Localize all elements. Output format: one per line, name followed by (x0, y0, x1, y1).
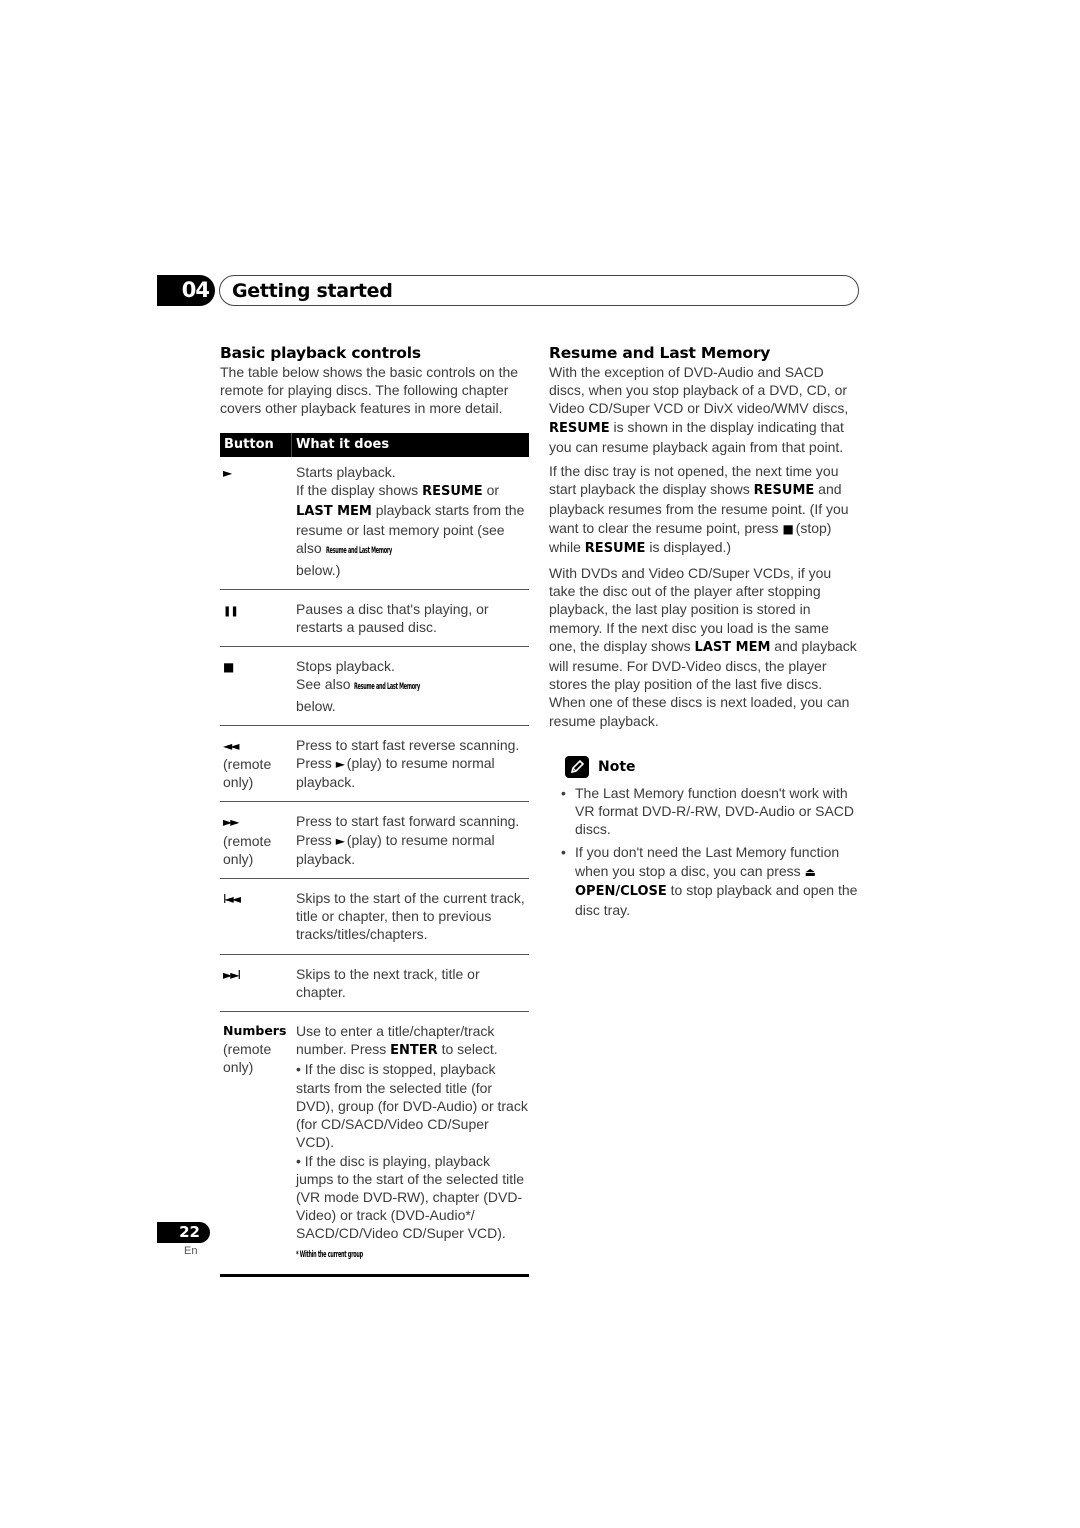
table-row: ■ Stops playback. See also Resume and La… (220, 647, 529, 726)
stop-icon: ■ (782, 521, 793, 536)
chapter-title: Getting started (232, 280, 393, 302)
pause-icon: ❚❚ (223, 605, 239, 617)
column-header-button: Button (220, 432, 292, 457)
enter-key: ENTER (390, 1043, 438, 1059)
row-text: Skips to the start of the current track,… (296, 890, 525, 943)
column-header-what-it-does: What it does (296, 436, 390, 452)
skip-previous-icon: I◄◄ (223, 892, 241, 907)
row-text: Press to start fast forward scanning. (296, 813, 520, 830)
display-resume: RESUME (422, 483, 483, 499)
row-text: Press ► (play) to resume normal playback… (296, 831, 529, 868)
note-item: The Last Memory function doesn't work wi… (549, 784, 859, 839)
note-header: Note (565, 755, 859, 778)
intro-paragraph: The table below shows the basic controls… (220, 364, 519, 417)
open-close-button-label: OPEN/CLOSE (575, 883, 667, 899)
eject-icon: ⏏ (804, 864, 816, 879)
text-fragment: Press (296, 755, 336, 772)
chapter-number: 04 (157, 275, 215, 306)
text-fragment: With the exception of DVD-Audio and SACD… (549, 364, 849, 417)
note-item: If you don't need the Last Memory functi… (549, 843, 859, 919)
play-icon: ► (335, 757, 345, 772)
remote-only-note: (remote only) (223, 832, 272, 867)
row-text: Press ► (play) to resume normal playback… (296, 754, 529, 791)
row-text: Pauses a disc that's playing, or restart… (296, 600, 489, 636)
skip-next-icon: ►►I (223, 967, 241, 982)
play-icon: ► (223, 465, 232, 480)
text-fragment: or (482, 481, 500, 498)
row-text: If the display shows RESUME or LAST MEM … (296, 481, 529, 561)
text-fragment: to select. (437, 1041, 498, 1058)
chapter-title-frame: Getting started (219, 275, 859, 306)
display-last-mem: LAST MEM (296, 504, 372, 520)
row-bullet: • If the disc is stopped, playback start… (296, 1061, 528, 1151)
row-text: See also Resume and Last Memory (296, 675, 529, 696)
row-text: Skips to the next track, title or chapte… (296, 965, 480, 1000)
right-column: Resume and Last Memory With the exceptio… (549, 343, 859, 924)
row-text: below.) (296, 561, 341, 578)
display-resume: RESUME (549, 420, 610, 436)
footnote: * Within the current group (296, 1249, 363, 1260)
text-fragment: If the display shows (296, 481, 423, 498)
display-resume: RESUME (584, 540, 646, 556)
remote-only-note: (remote only) (223, 756, 272, 791)
text-fragment: See also (296, 676, 355, 693)
pencil-icon (565, 755, 589, 778)
fast-forward-icon: ►► (223, 815, 240, 830)
stop-icon: ■ (223, 660, 234, 675)
remote-only-note: (remote only) (223, 1041, 272, 1076)
table-row: Numbers (remote only) Use to enter a titl… (220, 1012, 529, 1277)
table-row: ◄◄ (remote only) Press to start fast reve… (220, 726, 529, 803)
note-list: The Last Memory function doesn't work wi… (549, 784, 859, 919)
numbers-label: Numbers (223, 1023, 287, 1039)
row-text: Press to start fast reverse scanning. (296, 736, 520, 753)
cross-reference: Resume and Last Memory (325, 546, 392, 557)
display-resume: RESUME (753, 483, 815, 499)
left-column: Basic playback controls The table below … (220, 343, 529, 1277)
section-heading-resume: Resume and Last Memory (549, 344, 771, 362)
row-text: Stops playback. (296, 658, 395, 675)
language-label: En (184, 1245, 198, 1257)
row-text: below. (296, 697, 336, 714)
display-last-mem: LAST MEM (694, 639, 771, 655)
row-text: Use to enter a title/chapter/track numbe… (296, 1022, 529, 1060)
table-row: ► Starts playback. If the display shows … (220, 457, 529, 590)
paragraph: With DVDs and Video CD/Super VCDs, if yo… (549, 564, 859, 730)
fast-reverse-icon: ◄◄ (223, 738, 240, 753)
table-row: ►► (remote only) Press to start fast forw… (220, 802, 529, 880)
page-number: 22 (157, 1222, 210, 1243)
row-text: Starts playback. (296, 463, 396, 480)
note-title: Note (598, 758, 636, 775)
text-fragment: If you don't need the Last Memory functi… (575, 844, 840, 879)
section-heading-basic-playback: Basic playback controls (220, 344, 421, 362)
chapter-header: 04 Getting started (157, 275, 859, 306)
paragraph: If the disc tray is not opened, the next… (549, 462, 859, 558)
play-icon: ► (335, 833, 345, 848)
table-header: Button What it does (220, 432, 529, 457)
table-row: ❚❚ Pauses a disc that's playing, or rest… (220, 590, 529, 648)
text-fragment: is displayed.) (645, 538, 732, 555)
paragraph: With the exception of DVD-Audio and SACD… (549, 363, 859, 456)
cross-reference: Resume and Last Memory (354, 682, 421, 693)
text-fragment: Press (296, 831, 336, 848)
table-row: ►►I Skips to the next track, title or ch… (220, 955, 529, 1013)
table-row: I◄◄ Skips to the start of the current tr… (220, 879, 529, 955)
row-bullet: • If the disc is playing, playback jumps… (296, 1152, 525, 1242)
